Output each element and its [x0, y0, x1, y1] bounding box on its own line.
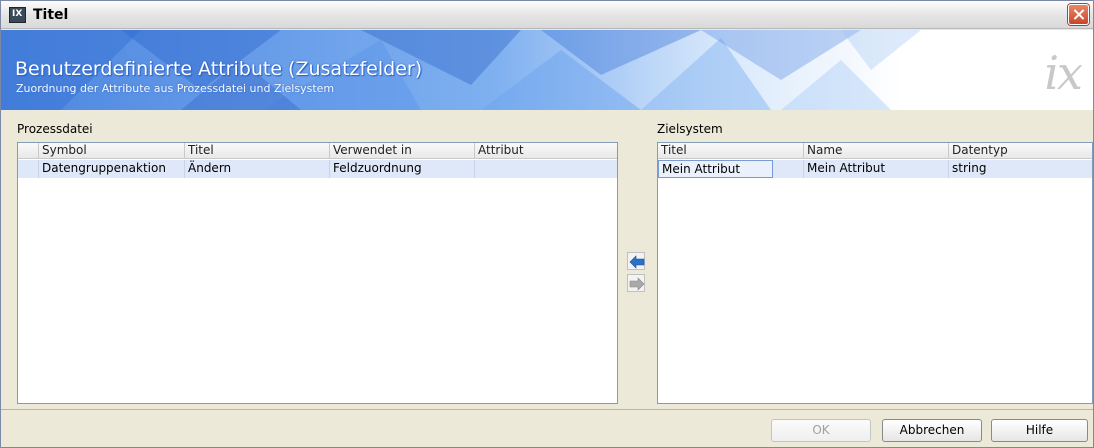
ok-button[interactable]: OK	[771, 419, 871, 442]
prozessdatei-table[interactable]: Symbol Titel Verwendet in Attribut Daten…	[17, 142, 618, 404]
table-row[interactable]: Datengruppenaktion Ändern Feldzuordnung	[18, 160, 617, 178]
footer-divider	[1, 409, 1093, 410]
prozessdatei-label: Prozessdatei	[17, 122, 93, 136]
column-header-datentyp[interactable]: Datentyp	[948, 143, 1092, 159]
help-button[interactable]: Hilfe	[991, 419, 1088, 442]
close-button[interactable]	[1068, 4, 1089, 25]
cell-titel: Ändern	[184, 160, 329, 178]
dialog-window: IX Titel Benutzerdefinierte Attribute (Z…	[0, 0, 1094, 448]
zielsystem-table-header: Titel Name Datentyp	[658, 143, 1092, 159]
arrow-left-icon	[629, 255, 645, 269]
column-header-titel[interactable]: Titel	[658, 143, 803, 159]
column-header-attribut[interactable]: Attribut	[474, 143, 617, 159]
app-icon: IX	[9, 7, 26, 23]
column-header-name[interactable]: Name	[803, 143, 948, 159]
column-header-symbol[interactable]: Symbol	[38, 143, 184, 159]
title-bar[interactable]: IX Titel	[1, 1, 1093, 29]
cell-attribut	[474, 160, 617, 178]
assign-right-button[interactable]	[627, 274, 645, 292]
arrow-right-icon	[629, 277, 645, 291]
cell-verwendet-in: Feldzuordnung	[329, 160, 474, 178]
window-title: Titel	[33, 7, 69, 23]
column-header-titel[interactable]: Titel	[184, 143, 329, 159]
cell-titel: Mein Attribut	[658, 160, 773, 178]
assign-left-button[interactable]	[627, 252, 645, 270]
zielsystem-table[interactable]: Titel Name Datentyp Mein Attribut Mein A…	[657, 142, 1093, 404]
cell-name: Mein Attribut	[803, 160, 948, 178]
banner-subtitle: Zuordnung der Attribute aus Prozessdatei…	[16, 82, 335, 95]
column-header-verwendet-in[interactable]: Verwendet in	[329, 143, 474, 159]
ix-logo: ix	[1044, 46, 1083, 100]
cell-symbol: Datengruppenaktion	[38, 160, 184, 178]
cancel-button[interactable]: Abbrechen	[882, 419, 982, 442]
header-banner: Benutzerdefinierte Attribute (Zusatzfeld…	[1, 30, 1093, 110]
table-row[interactable]: Mein Attribut Mein Attribut string	[658, 160, 1092, 178]
banner-title: Benutzerdefinierte Attribute (Zusatzfeld…	[15, 58, 423, 80]
cell-datentyp: string	[948, 160, 1092, 178]
zielsystem-label: Zielsystem	[657, 122, 723, 136]
prozessdatei-table-header: Symbol Titel Verwendet in Attribut	[18, 143, 617, 159]
